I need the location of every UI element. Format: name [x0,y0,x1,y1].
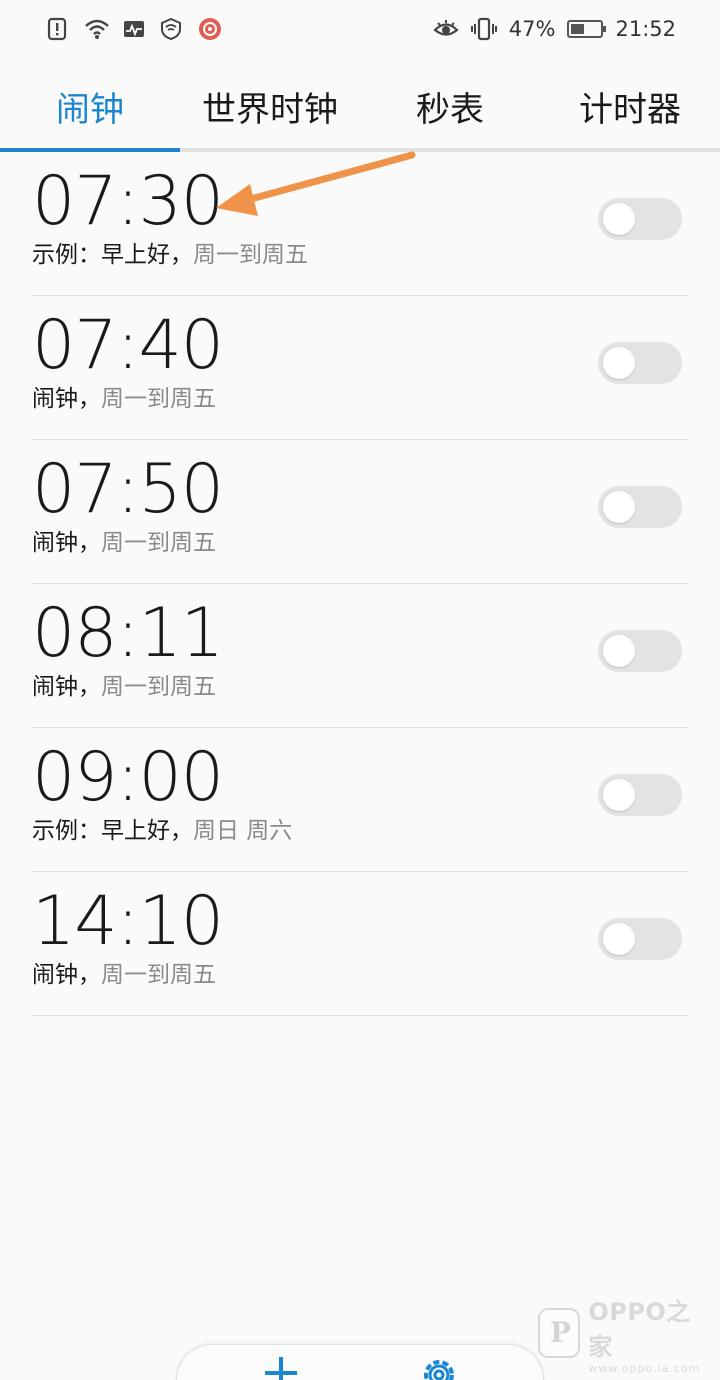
toggle-knob [603,203,635,235]
alarm-subtitle: 闹钟，周一到周五 [32,528,216,558]
status-left [46,17,224,41]
alarm-item[interactable]: 08:11 闹钟，周一到周五 [32,584,688,728]
alarm-repeat: 周日 周六 [193,818,293,844]
watermark: OPPO之家 www.oppo.la.com [538,1298,710,1375]
settings-icon[interactable] [419,1353,459,1380]
watermark-brand: OPPO之家 [588,1297,691,1361]
alarm-time: 07:40 [32,306,224,385]
toggle-knob [603,635,635,667]
status-right: 47% 21:52 [433,17,676,41]
tab-bar: 闹钟 世界时钟 秒表 计时器 [0,60,720,152]
watermark-text: OPPO之家 www.oppo.la.com [588,1292,710,1375]
alarm-toggle[interactable] [598,630,682,672]
tab-timer[interactable]: 计时器 [540,60,720,152]
alarm-repeat: 周一到周五 [101,962,216,988]
alarm-repeat: 周一到周五 [101,386,216,412]
notification-alert-icon [46,17,72,41]
battery-icon [567,20,607,38]
alarm-item[interactable]: 14:10 闹钟，周一到周五 [32,872,688,1016]
alarm-toggle[interactable] [598,486,682,528]
alarm-subtitle: 闹钟，周一到周五 [32,384,216,414]
alarm-subtitle: 闹钟，周一到周五 [32,960,216,990]
alarm-label: 闹钟， [32,962,101,988]
tab-world-clock[interactable]: 世界时钟 [180,60,360,152]
alarm-item[interactable]: 07:40 闹钟，周一到周五 [32,296,688,440]
alarm-repeat: 周一到周五 [101,530,216,556]
eye-comfort-icon [433,17,459,41]
activity-monitor-icon [122,17,148,41]
alarm-time: 14:10 [32,882,224,961]
alarm-label: 闹钟， [32,386,101,412]
alarm-time: 08:11 [32,594,224,673]
alarm-item[interactable]: 09:00 示例：早上好，周日 周六 [32,728,688,872]
alarm-time: 07:30 [32,162,224,241]
alarm-item[interactable]: 07:50 闹钟，周一到周五 [32,440,688,584]
alarm-time: 07:50 [32,450,224,529]
toggle-knob [603,491,635,523]
toggle-knob [603,923,635,955]
alarm-list: 07:30 示例：早上好，周一到周五 07:40 闹钟，周一到周五 07:50 … [0,152,720,1016]
alarm-toggle[interactable] [598,918,682,960]
alarm-label: 闹钟， [32,530,101,556]
alarm-toggle[interactable] [598,198,682,240]
bottom-action-bar [176,1344,544,1380]
add-icon[interactable] [261,1353,301,1380]
alarm-label: 示例：早上好， [32,242,193,268]
alarm-label: 闹钟， [32,674,101,700]
app-badge-icon [198,17,224,41]
alarm-repeat: 周一到周五 [193,242,308,268]
alarm-time: 09:00 [32,738,224,817]
alarm-toggle[interactable] [598,774,682,816]
alarm-subtitle: 示例：早上好，周一到周五 [32,240,308,270]
status-time: 21:52 [615,17,676,41]
watermark-logo-icon [538,1308,581,1358]
tab-stopwatch[interactable]: 秒表 [360,60,540,152]
alarm-subtitle: 闹钟，周一到周五 [32,672,216,702]
alarm-repeat: 周一到周五 [101,674,216,700]
shield-icon [160,17,186,41]
alarm-label: 示例：早上好， [32,818,193,844]
status-bar: 47% 21:52 [0,0,720,58]
toggle-knob [603,347,635,379]
toggle-knob [603,779,635,811]
battery-percent: 47% [508,17,556,41]
vibrate-icon [470,17,497,41]
wifi-icon [84,17,110,41]
tab-alarm[interactable]: 闹钟 [0,60,180,152]
alarm-toggle[interactable] [598,342,682,384]
watermark-url: www.oppo.la.com [588,1361,701,1375]
annotation-arrow-icon [216,151,416,216]
alarm-subtitle: 示例：早上好，周日 周六 [32,816,292,846]
